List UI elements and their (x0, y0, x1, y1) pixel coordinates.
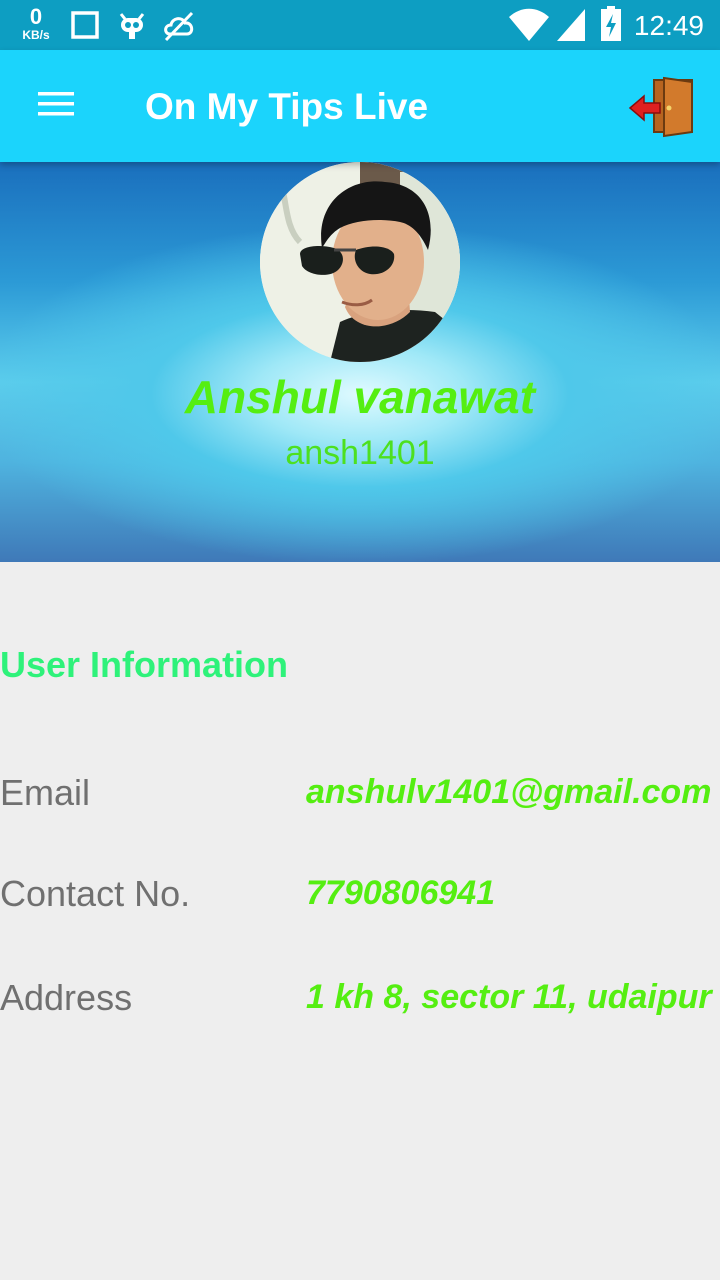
wifi-icon (508, 8, 550, 47)
cyanogen-bot-icon (116, 10, 148, 47)
address-label: Address (0, 977, 133, 1018)
cell-signal-icon (556, 8, 586, 47)
net-speed-indicator: 0 KB/s (16, 4, 56, 42)
status-bar: 0 KB/s 12:49 (0, 0, 720, 50)
app-bar: On My Tips Live (0, 50, 720, 162)
profile-username: ansh1401 (285, 434, 435, 472)
hamburger-menu-icon (36, 89, 76, 124)
logout-door-icon (628, 76, 700, 142)
square-icon (70, 10, 100, 45)
profile-header: Anshul vanawat ansh1401 (0, 162, 720, 562)
contact-value: 7790806941 (306, 874, 496, 912)
email-value: anshulv1401@gmail.com (306, 773, 712, 811)
section-title-user-information: User Information (0, 644, 289, 685)
avatar (260, 162, 460, 362)
app-title: On My Tips Live (145, 86, 429, 127)
status-clock: 12:49 (633, 10, 704, 41)
logout-button[interactable] (628, 74, 700, 138)
net-speed-unit: KB/s (22, 28, 50, 42)
address-value: 1 kh 8, sector 11, udaipur (306, 978, 712, 1016)
net-speed-value: 0 (29, 4, 43, 29)
battery-charging-icon (600, 6, 622, 47)
contact-label: Contact No. (0, 873, 191, 914)
no-signal-cloud-icon (162, 10, 196, 47)
profile-photo (260, 162, 460, 362)
email-label: Email (0, 772, 91, 813)
profile-name: Anshul vanawat (184, 371, 536, 423)
menu-button[interactable] (24, 80, 88, 132)
